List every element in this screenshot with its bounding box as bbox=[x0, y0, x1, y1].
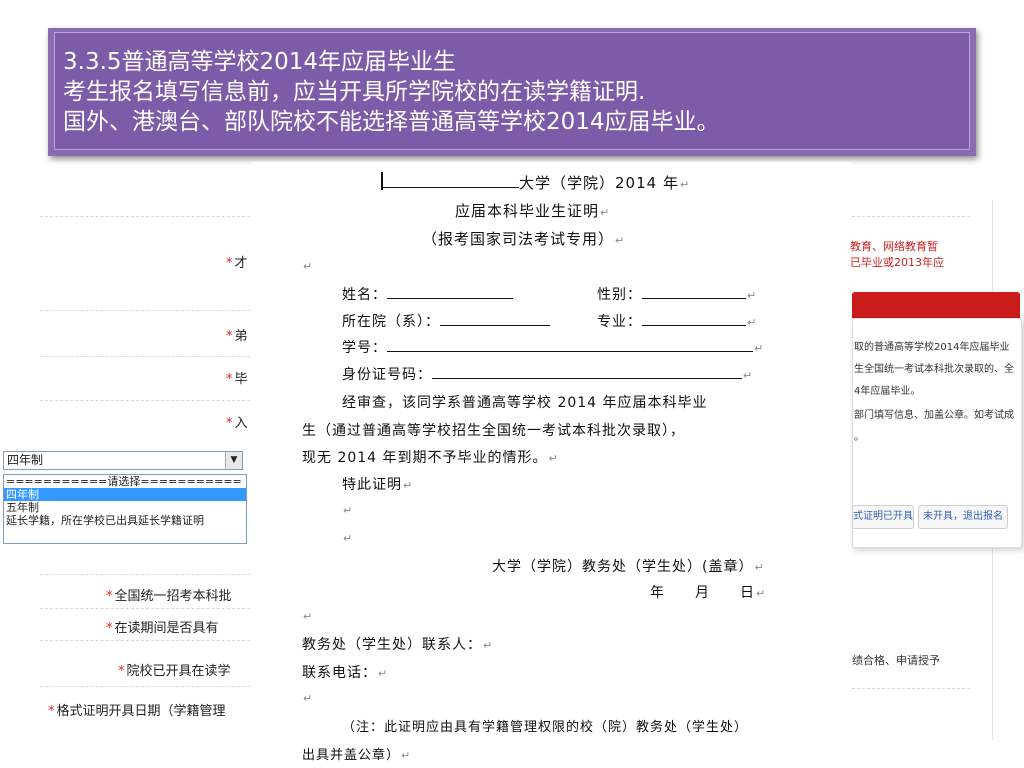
form-divider bbox=[40, 686, 250, 687]
form-question-3: * 院校已开具在读学 bbox=[118, 664, 231, 679]
form-divider bbox=[40, 310, 250, 311]
title-banner: 3.3.5普通高等学校2014年应届毕业生 考生报名填写信息前，应当开具所学院校… bbox=[48, 28, 976, 156]
date-line: 年 月 日↵ bbox=[650, 585, 767, 601]
dialog-text-4: 部门填写信息、加盖公章。如考试成 bbox=[854, 410, 1014, 421]
banner-line-3: 国外、港澳台、部队院校不能选择普通高等学校2014应届毕业。 bbox=[63, 109, 720, 135]
right-divider bbox=[852, 216, 970, 217]
dialog-text-5: 。 bbox=[854, 432, 864, 443]
blank-line: ↵ bbox=[303, 260, 314, 273]
dialog-header bbox=[852, 292, 1020, 318]
banner-line-2: 考生报名填写信息前，应当开具所学院校的在读学籍证明. bbox=[63, 79, 646, 105]
certificate-body-3: 现无 2014 年到期不予毕业的情形。↵ bbox=[302, 450, 559, 466]
id-card-field: 身份证号码： ↵ bbox=[342, 364, 753, 384]
school-system-dropdown[interactable]: ===========请选择=========== 四年制 五年制 延长学籍，所… bbox=[3, 474, 247, 544]
dialog-text-3: 4年应届毕业。 bbox=[854, 386, 921, 397]
form-question-2: * 在读期间是否具有 bbox=[106, 621, 219, 636]
note-line-2: 出具并盖公章）↵ bbox=[302, 748, 412, 763]
dropdown-option-extended[interactable]: 延长学籍，所在学校已出具延长学籍证明 bbox=[4, 514, 246, 527]
department-field: 所在院（系）： bbox=[342, 311, 550, 331]
blank-line: ↵ bbox=[343, 532, 354, 545]
certificate-document: 大学（学院）2014 年↵ 应届本科毕业生证明↵ （报考国家司法考试专用）↵ ↵… bbox=[252, 162, 850, 768]
certificate-title-1: 大学（学院）2014 年↵ bbox=[383, 172, 690, 193]
blank-line: ↵ bbox=[343, 504, 354, 517]
exit-registration-button[interactable]: 未开具，退出报名 bbox=[918, 505, 1008, 529]
right-note: 绩合格、申请授予 bbox=[852, 654, 940, 667]
form-label-1: * 才 bbox=[226, 256, 248, 271]
banner-line-1: 3.3.5普通高等学校2014年应届毕业生 bbox=[63, 49, 457, 75]
school-system-select[interactable]: 四年制 ▼ bbox=[3, 451, 243, 470]
certificate-body-2: 生（通过普通高等学校招生全国统一考试本科批次录取）， bbox=[302, 423, 685, 439]
form-divider bbox=[40, 356, 250, 357]
dropdown-option-four-year[interactable]: 四年制 bbox=[4, 488, 246, 501]
right-divider bbox=[852, 688, 970, 689]
gender-field: 性别： ↵ bbox=[597, 284, 757, 304]
title-banner-inner: 3.3.5普通高等学校2014年应届毕业生 考生报名填写信息前，应当开具所学院校… bbox=[54, 32, 970, 150]
phone-line: 联系电话：↵ bbox=[302, 665, 389, 681]
form-divider bbox=[40, 574, 250, 575]
certificate-title-3: （报考国家司法考试专用）↵ bbox=[422, 230, 626, 248]
dialog-text-1: 取的普通高等学校2014年应届毕业 bbox=[854, 342, 1010, 353]
right-notice-line-1: 教育、网络教育暂 bbox=[850, 240, 938, 253]
blank-line: ↵ bbox=[303, 692, 314, 705]
blank-line: ↵ bbox=[303, 610, 314, 623]
certificate-issued-button[interactable]: 式证明已开具 bbox=[852, 505, 914, 529]
form-label-2: * 弟 bbox=[226, 329, 248, 344]
right-notice-line-2: 已毕业或2013年应 bbox=[850, 256, 944, 269]
major-field: 专业： ↵ bbox=[597, 311, 757, 331]
form-divider bbox=[40, 640, 250, 641]
form-question-1: * 全国统一招考本科批 bbox=[106, 589, 232, 604]
name-field: 姓名： bbox=[342, 284, 513, 304]
issuer-line: 大学（学院）教务处（学生处）(盖章）↵ bbox=[492, 559, 765, 575]
contact-line: 教务处（学生处）联系人：↵ bbox=[302, 637, 494, 653]
form-question-4: * 格式证明开具日期（学籍管理 bbox=[48, 704, 226, 719]
dialog-text-2: 生全国统一考试本科批次录取的、全 bbox=[854, 364, 1014, 375]
note-line-1: （注：此证明应由具有学籍管理权限的校（院）教务处（学生处） bbox=[342, 720, 749, 735]
student-id-field: 学号： ↵ bbox=[342, 337, 764, 357]
certificate-title-2: 应届本科毕业生证明↵ bbox=[455, 202, 611, 220]
select-value: 四年制 bbox=[7, 453, 44, 467]
form-divider bbox=[40, 400, 250, 401]
certify-line: 特此证明↵ bbox=[342, 477, 414, 493]
form-divider bbox=[40, 608, 250, 609]
chevron-down-icon[interactable]: ▼ bbox=[225, 452, 242, 469]
certificate-body-1: 经审查，该同学系普通高等学校 2014 年应届本科毕业 bbox=[342, 395, 708, 411]
form-label-4: * 入 bbox=[226, 416, 248, 431]
dropdown-option-placeholder[interactable]: ===========请选择=========== bbox=[4, 475, 246, 488]
dropdown-option-five-year[interactable]: 五年制 bbox=[4, 501, 246, 514]
form-divider bbox=[40, 216, 250, 217]
form-label-3: * 毕 bbox=[226, 372, 248, 387]
